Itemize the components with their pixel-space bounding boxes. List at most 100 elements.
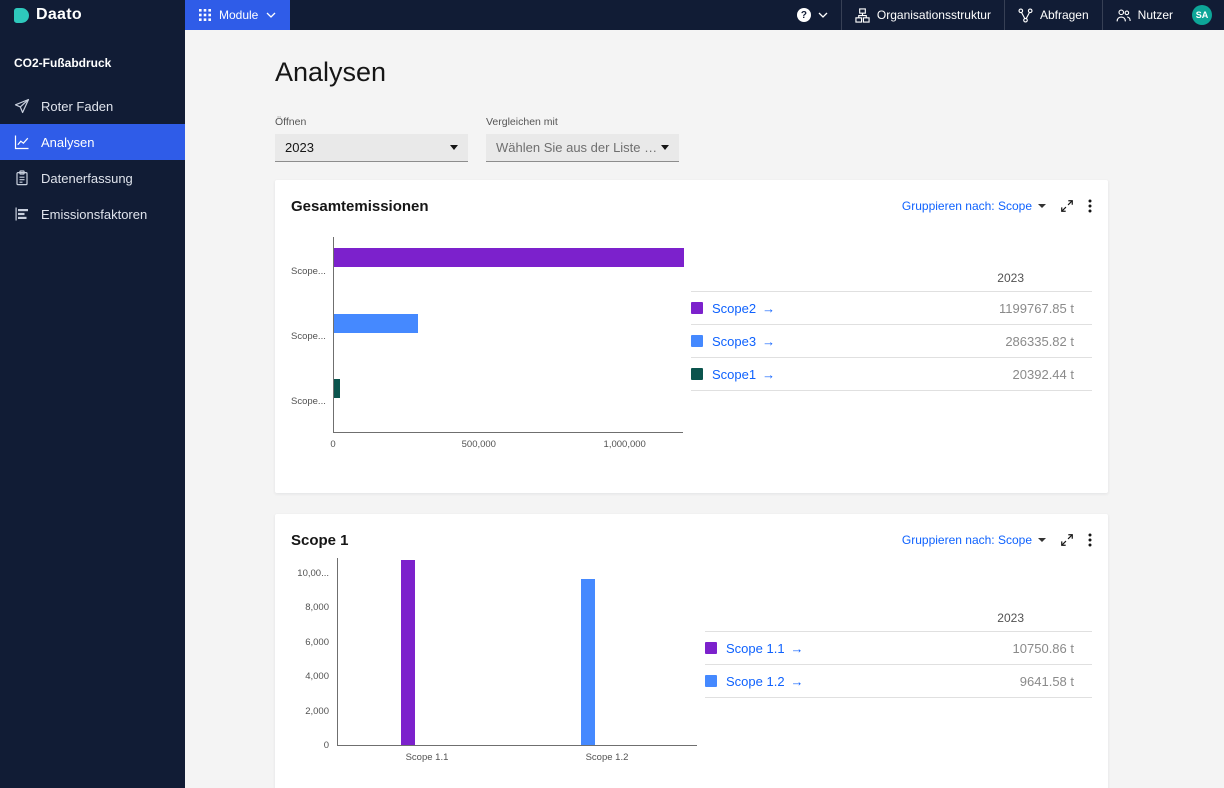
chart-bar-scope-1.2 — [581, 579, 595, 745]
sidebar-section-title: CO2-Fußabdruck — [14, 56, 112, 70]
topbar-item-label: Nutzer — [1137, 8, 1173, 22]
table-column-header: 2023 — [997, 270, 1024, 285]
arrow-right-icon[interactable]: → — [791, 641, 804, 656]
arrow-right-icon[interactable]: → — [762, 301, 775, 316]
arrow-right-icon[interactable]: → — [762, 367, 775, 382]
chevron-down-icon — [661, 145, 669, 150]
group-by-dropdown[interactable]: Gruppieren nach: Scope — [902, 199, 1046, 213]
module-button-label: Module — [219, 8, 259, 22]
logo-text: Daato — [36, 6, 82, 23]
emission-value: 10750.86 t — [1012, 640, 1074, 656]
scope-link[interactable]: Scope3 — [712, 334, 756, 349]
org-structure-icon — [855, 7, 870, 23]
card-header: Gesamtemissionen Gruppieren nach: Scope — [291, 196, 1092, 216]
user-avatar[interactable]: SA — [1192, 5, 1212, 25]
kebab-menu-icon — [1088, 533, 1092, 547]
chevron-down-icon — [1038, 538, 1046, 542]
line-chart-icon — [14, 135, 29, 150]
send-icon — [14, 98, 30, 114]
x-axis-category-label: Scope 1.1 — [405, 752, 449, 763]
chart-bar-scope3 — [334, 313, 418, 333]
daato-logo-icon — [14, 7, 29, 23]
group-by-label: Gruppieren nach: Scope — [901, 199, 1032, 213]
filter-label: Öffnen — [275, 116, 307, 128]
group-by-dropdown[interactable]: Gruppieren nach: Scope — [902, 533, 1046, 547]
logo[interactable]: Daato — [0, 0, 185, 30]
arrow-right-icon[interactable]: → — [762, 334, 775, 349]
table-column-header: 2023 — [997, 610, 1024, 625]
y-axis-category-label: Scope... — [291, 396, 326, 408]
sidebar-item-analysen[interactable]: Analysen — [0, 124, 185, 160]
filter-compare: Vergleichen mit Wählen Sie aus der Liste… — [486, 116, 679, 162]
expand-button[interactable] — [1060, 199, 1074, 213]
filter-label: Vergleichen mit — [486, 116, 558, 128]
x-axis-category-label: Scope 1.2 — [585, 752, 629, 763]
emission-value: 9641.58 t — [1019, 673, 1074, 689]
emission-value: 1199767.85 t — [999, 300, 1074, 316]
card-title: Gesamtemissionen — [291, 197, 429, 215]
card-body: Scope... Scope... Scope... 0 500,000 1,000,00… — [291, 216, 1092, 451]
y-axis-tick-label: 0 — [323, 740, 329, 751]
chevron-down-icon — [266, 12, 276, 18]
scope-link[interactable]: Scope 1.2 — [726, 674, 785, 689]
topbar: Daato Module ? Organisationsstruktur Abf… — [0, 0, 1224, 30]
grid-icon — [199, 9, 211, 21]
chevron-down-icon — [450, 145, 458, 150]
chart-plot-area — [333, 237, 684, 433]
arrow-right-icon[interactable]: → — [791, 674, 804, 689]
chart-bar-scope-1.1 — [401, 560, 415, 745]
x-axis-tick-label: 1,000,000 — [603, 439, 646, 450]
legend-swatch — [691, 302, 703, 314]
overflow-menu-button[interactable] — [1088, 198, 1092, 214]
x-axis-tick-label: 500,000 — [461, 439, 496, 450]
card-controls: Gruppieren nach: Scope — [902, 532, 1092, 548]
card-controls: Gruppieren nach: Scope — [902, 198, 1092, 214]
bar-chart-scope-1: 0 2,000 4,000 6,000 8,000 10,00... Scope 1.1 Sc… — [291, 558, 697, 764]
group-by-label: Gruppieren nach: Scope — [901, 533, 1032, 547]
card-scope-1: Scope 1 Gruppieren nach: Scope 0 2,000 4,0… — [275, 514, 1108, 788]
bar-list-icon — [15, 207, 28, 221]
page-title: Analysen — [275, 57, 387, 87]
y-axis-tick-label: 4,000 — [305, 671, 329, 683]
sidebar-item-label: Analysen — [41, 134, 95, 150]
kebab-menu-icon — [1088, 199, 1092, 213]
app-body: CO2-Fußabdruck Roter Faden Analysen Date… — [0, 30, 1224, 788]
chevron-down-icon — [1038, 204, 1046, 208]
sidebar-item-emissionsfaktoren[interactable]: Emissionsfaktoren — [0, 196, 185, 232]
emissions-table: 2023 Scope2 → 1199767.85 t Scope3 → 2863… — [691, 264, 1092, 391]
sidebar-item-datenerfassung[interactable]: Datenerfassung — [0, 160, 185, 196]
card-header: Scope 1 Gruppieren nach: Scope — [291, 530, 1092, 550]
expand-button[interactable] — [1060, 533, 1074, 547]
scope-link[interactable]: Scope1 — [712, 367, 756, 382]
y-axis-tick-label: 6,000 — [305, 636, 329, 648]
topbar-item-label: Abfragen — [1039, 8, 1089, 22]
scope-link[interactable]: Scope2 — [712, 301, 756, 316]
sidebar-item-label: Emissionsfaktoren — [41, 206, 148, 222]
table-row: Scope1 → 20392.44 t — [691, 358, 1092, 391]
emission-value: 286335.82 t — [1005, 333, 1074, 349]
y-axis-tick-label: 8,000 — [305, 602, 329, 614]
table-row: Scope 1.2 → 9641.58 t — [705, 665, 1092, 698]
topbar-item-organisationsstruktur[interactable]: Organisationsstruktur — [842, 0, 1004, 30]
overflow-menu-button[interactable] — [1088, 532, 1092, 548]
sidebar-item-roter-faden[interactable]: Roter Faden — [0, 88, 185, 124]
table-row: Scope3 → 286335.82 t — [691, 325, 1092, 358]
filter-open: Öffnen 2023 — [275, 116, 468, 162]
scope-link[interactable]: Scope 1.1 — [726, 641, 785, 656]
compare-dropdown[interactable]: Wählen Sie aus der Liste a... — [486, 134, 679, 162]
help-menu[interactable]: ? — [784, 0, 841, 30]
table-header-row: 2023 — [691, 264, 1092, 292]
year-dropdown[interactable]: 2023 — [275, 134, 468, 162]
module-button[interactable]: Module — [185, 0, 291, 30]
topbar-item-nutzer[interactable]: Nutzer — [1103, 0, 1186, 30]
legend-swatch — [705, 642, 717, 654]
main-content: Analysen Öffnen 2023 Vergleichen mit Wäh… — [185, 30, 1224, 788]
card-gesamtemissionen: Gesamtemissionen Gruppieren nach: Scope … — [275, 180, 1108, 493]
legend-swatch — [691, 335, 703, 347]
legend-swatch — [705, 675, 717, 687]
topbar-item-abfragen[interactable]: Abfragen — [1005, 0, 1102, 30]
topbar-item-label: Organisationsstruktur — [876, 8, 991, 22]
table-row: Scope2 → 1199767.85 t — [691, 292, 1092, 325]
clipboard-icon — [16, 170, 28, 186]
